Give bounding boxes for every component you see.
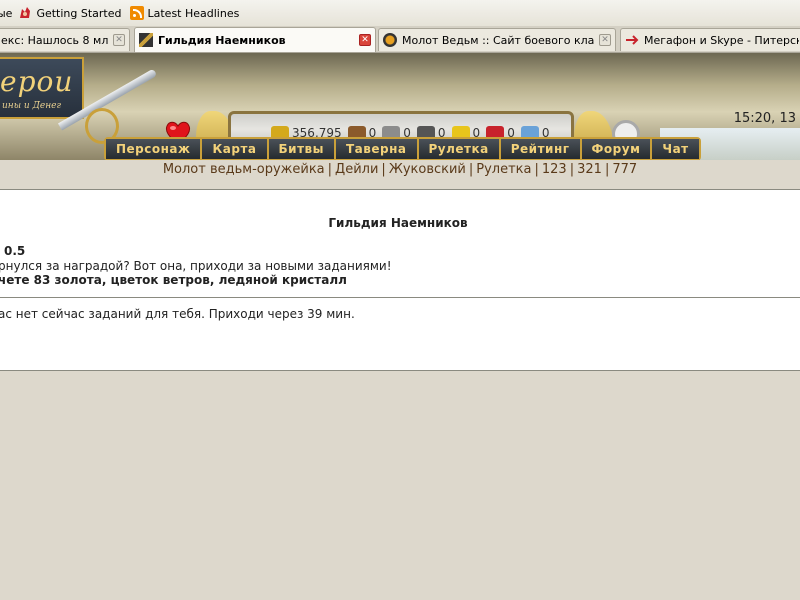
tab-title: екс: Нашлось 8 млн ... xyxy=(1,33,109,47)
bookmark-getting-started[interactable]: Getting Started xyxy=(16,6,122,20)
bookmark-item[interactable]: ые xyxy=(0,7,12,20)
tab-molot-vedm[interactable]: Молот Ведьм :: Сайт боевого клана... ✕ xyxy=(378,28,616,51)
reward-details: чете 83 золота, цветок ветров, ледяной к… xyxy=(0,273,347,287)
tab-megafon[interactable]: Мегафон и Skype - Питерская ... xyxy=(620,28,800,51)
separator: | xyxy=(468,162,474,177)
bookmark-label: ые xyxy=(0,6,13,20)
nav-battles[interactable]: Битвы xyxy=(268,139,336,159)
guild-icon xyxy=(139,33,153,47)
page-title: Гильдия Наемников xyxy=(328,216,468,230)
arrow-icon xyxy=(626,35,639,45)
nav-roulette[interactable]: Рулетка xyxy=(418,139,501,159)
link-123[interactable]: 123 xyxy=(542,162,567,177)
link-321[interactable]: 321 xyxy=(577,162,602,177)
bookmark-latest-headlines[interactable]: Latest Headlines xyxy=(129,6,240,20)
nav-rating[interactable]: Рейтинг xyxy=(500,139,582,159)
rss-icon xyxy=(129,6,144,20)
firefox-icon xyxy=(20,7,31,18)
separator: | xyxy=(381,162,386,177)
nav-forum[interactable]: Форум xyxy=(581,139,653,159)
link-zhukovsky[interactable]: Жуковский xyxy=(389,162,466,177)
no-tasks-note: ас нет сейчас заданий для тебя. Приходи … xyxy=(0,307,355,321)
nav-map[interactable]: Карта xyxy=(202,139,269,159)
game-icon xyxy=(383,33,397,47)
tab-yandex[interactable]: екс: Нашлось 8 млн ... ✕ xyxy=(0,28,130,51)
close-icon[interactable]: ✕ xyxy=(359,34,371,46)
nav-chat[interactable]: Чат xyxy=(652,139,699,159)
logo-subtitle: ины и Денег xyxy=(2,101,62,111)
close-icon[interactable]: ✕ xyxy=(113,34,125,46)
tab-guild[interactable]: Гильдия Наемников ✕ xyxy=(134,27,376,52)
divider xyxy=(0,297,800,298)
tab-strip: екс: Нашлось 8 млн ... ✕ Гильдия Наемник… xyxy=(0,26,800,53)
quick-links: Молот ведьм-оружейка | Дейли | Жуковский | Рул… xyxy=(0,160,800,188)
guild-version: 0.5 xyxy=(4,244,26,258)
tab-title: Гильдия Наемников xyxy=(158,33,286,47)
tab-title: Мегафон и Skype - Питерская ... xyxy=(644,33,799,47)
nav-tavern[interactable]: Таверна xyxy=(336,139,419,159)
nav-character[interactable]: Персонаж xyxy=(106,139,203,159)
link-daily[interactable]: Дейли xyxy=(335,162,378,177)
bookmark-label: Getting Started xyxy=(36,6,122,20)
main-nav: Персонаж Карта Битвы Таверна Рулетка Рей… xyxy=(104,137,701,161)
game-logo[interactable]: ерои ины и Денег xyxy=(0,57,84,119)
server-clock: 15:20, 13 xyxy=(733,111,796,126)
guild-content: Гильдия Наемников 0.5 рнулся за наградой… xyxy=(0,189,800,371)
bookmarks-toolbar: ые Getting Started Latest Headlines xyxy=(0,0,800,27)
link-roulette[interactable]: Рулетка xyxy=(476,162,531,177)
close-icon[interactable]: ✕ xyxy=(599,34,611,46)
separator: | xyxy=(327,162,333,177)
separator: | xyxy=(569,162,575,177)
link-777[interactable]: 777 xyxy=(612,162,637,177)
reward-message: рнулся за наградой? Вот она, приходи за … xyxy=(0,259,392,273)
link-molot-vedm[interactable]: Молот ведьм-оружейка xyxy=(163,162,325,177)
separator: | xyxy=(534,162,539,177)
separator: | xyxy=(604,162,610,177)
tab-title: Молот Ведьм :: Сайт боевого клана... xyxy=(402,33,595,47)
bookmark-label: Latest Headlines xyxy=(147,6,240,20)
logo-text: ерои xyxy=(0,65,74,98)
